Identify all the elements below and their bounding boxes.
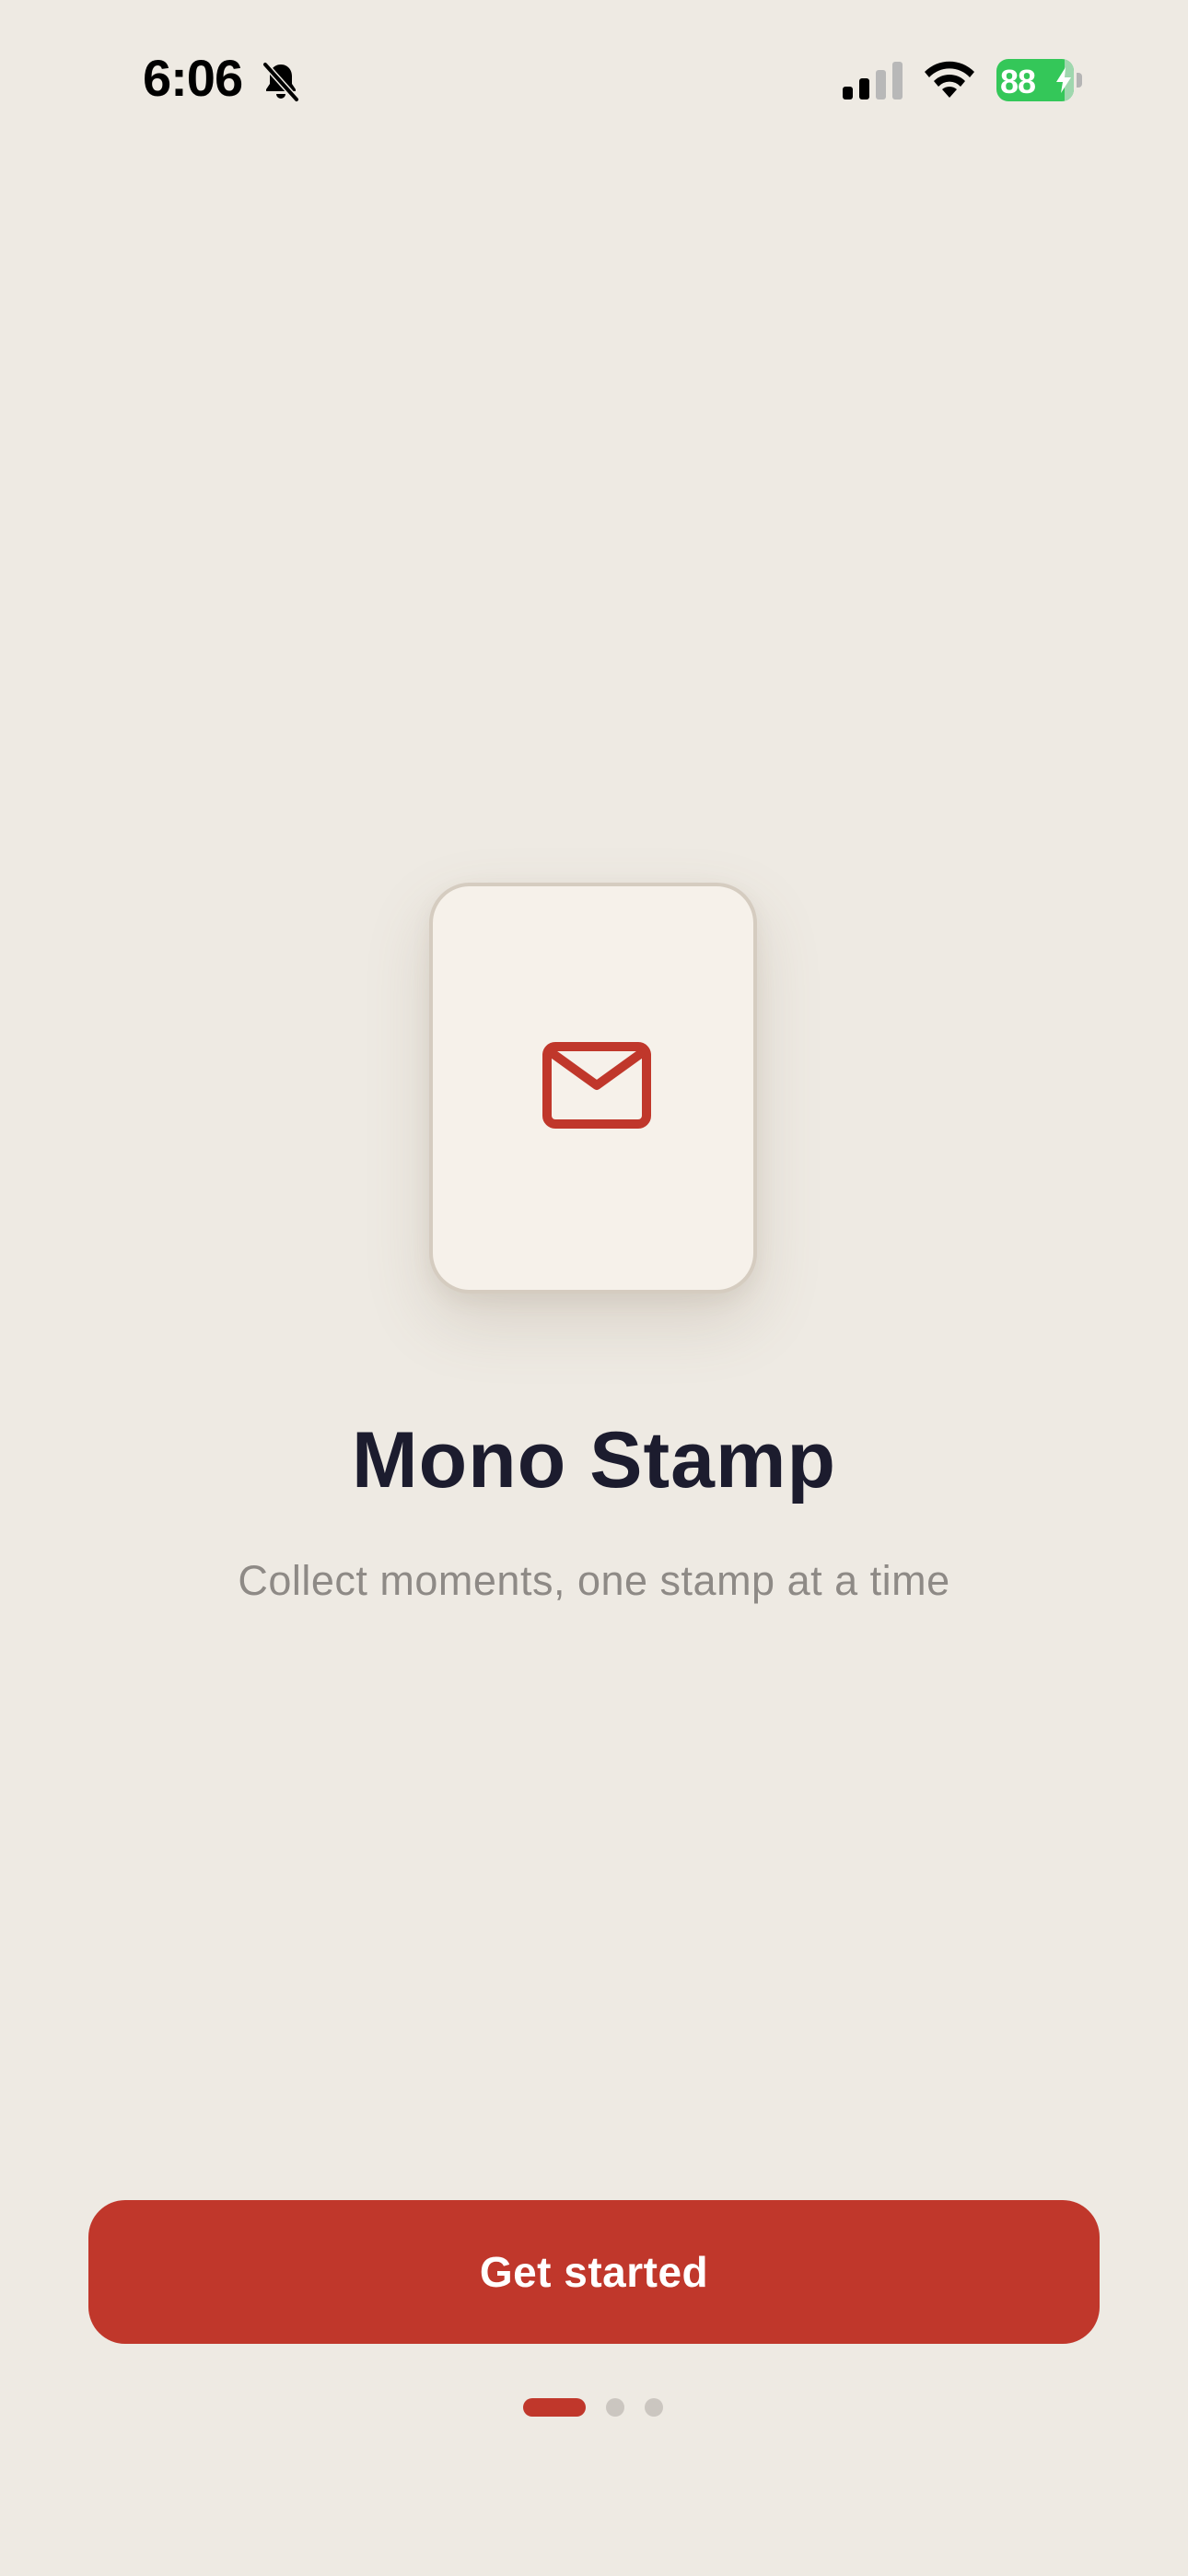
get-started-button[interactable]: Get started [88, 2200, 1100, 2344]
battery-cap [1077, 73, 1082, 88]
bell-slash-icon [262, 61, 300, 103]
wifi-icon [925, 61, 974, 98]
battery-level: 88 [1000, 63, 1036, 100]
status-time: 6:06 [143, 49, 243, 107]
mail-icon [542, 1042, 651, 1129]
page-dot-2[interactable] [606, 2398, 624, 2417]
app-subtitle: Collect moments, one stamp at a time [238, 1557, 950, 1604]
stamp-card [429, 883, 757, 1294]
charging-bolt-icon [1056, 67, 1071, 93]
cellular-signal-icon [843, 62, 903, 100]
page-dot-3[interactable] [645, 2398, 663, 2417]
status-bar: 6:06 88 [0, 0, 1188, 157]
battery-indicator: 88 [996, 59, 1085, 101]
battery-body: 88 [996, 59, 1074, 101]
page-dot-1-active[interactable] [523, 2398, 586, 2417]
page-indicator [0, 2398, 1188, 2417]
app-title: Mono Stamp [352, 1416, 836, 1505]
